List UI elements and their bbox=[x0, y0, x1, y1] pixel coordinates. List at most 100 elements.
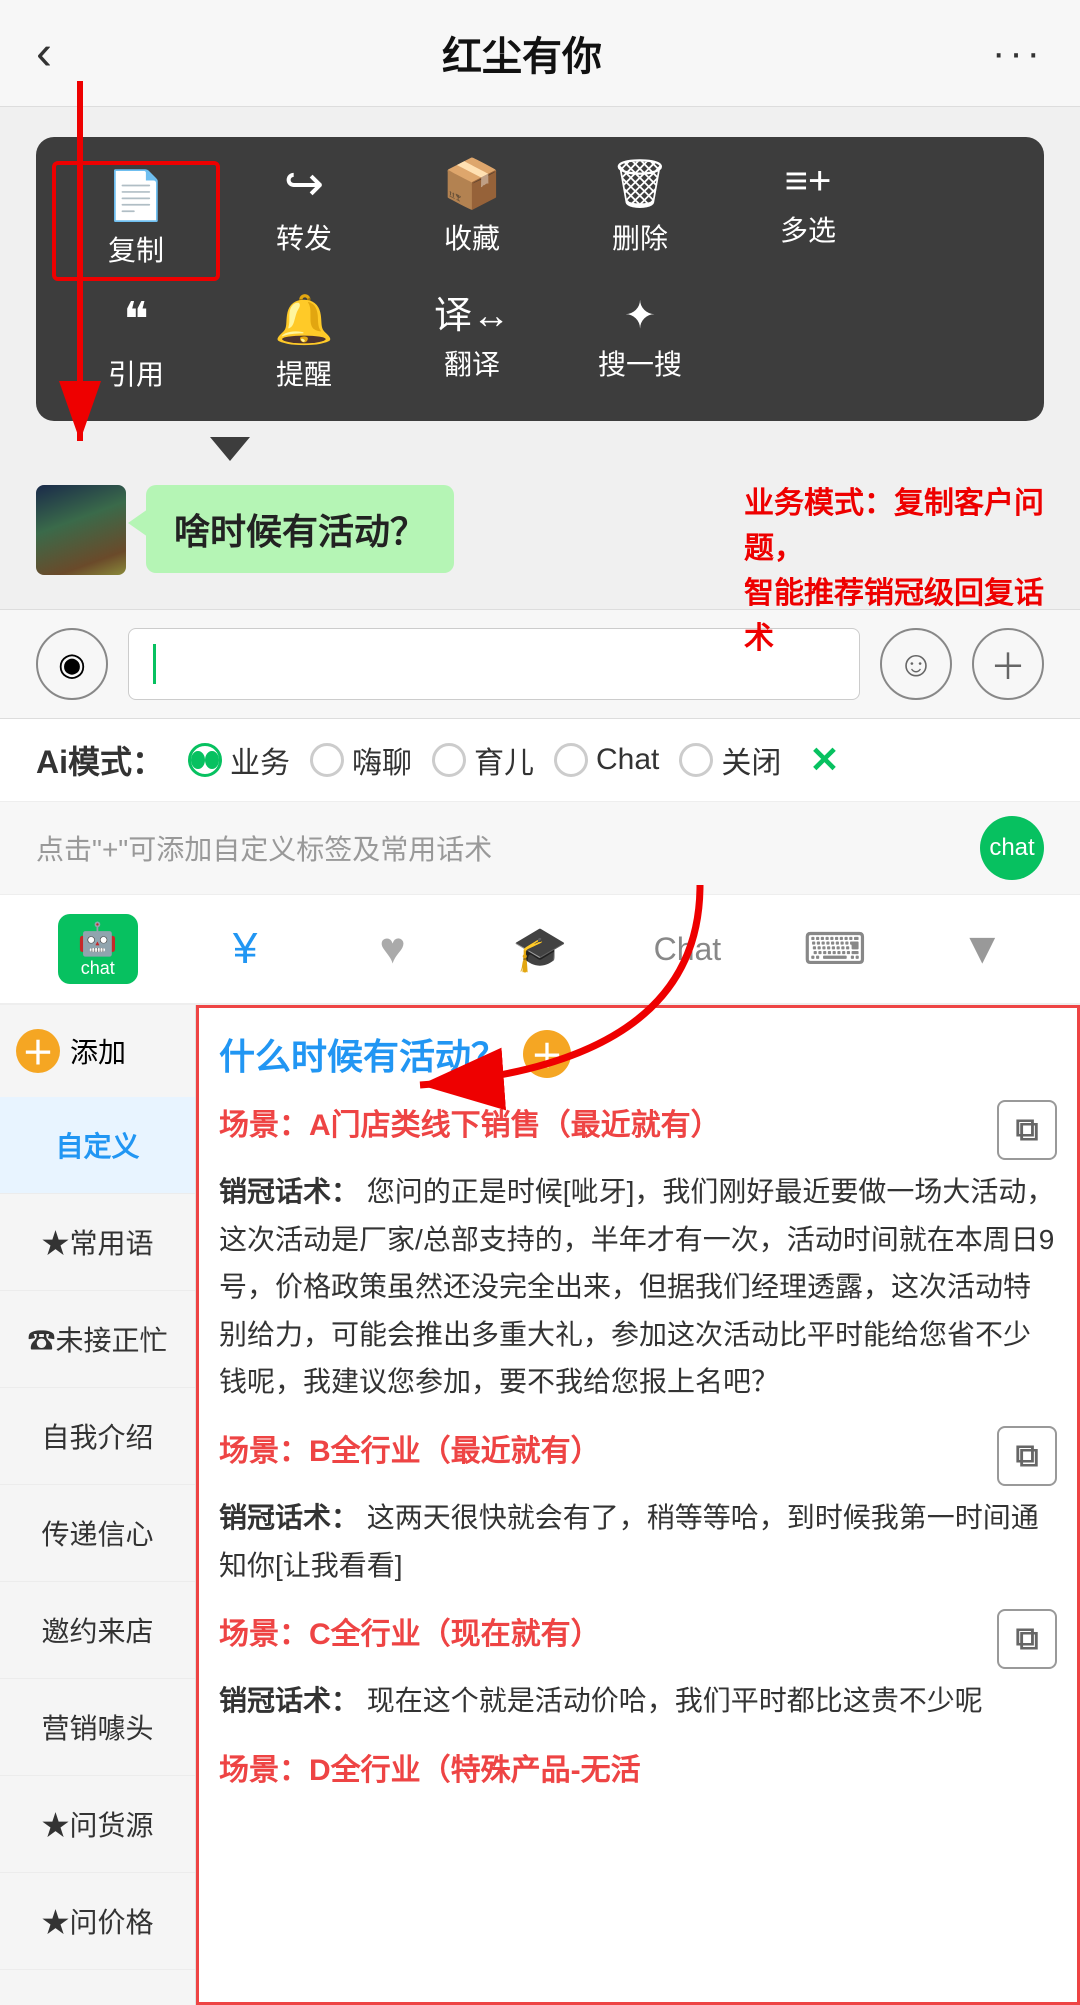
sales-label-a: 销冠话术： bbox=[219, 1176, 359, 1207]
dropdown-icon: ▼ bbox=[960, 924, 1004, 974]
heart-icon: ♥ bbox=[379, 924, 405, 974]
mode-off[interactable]: 关闭 bbox=[679, 738, 781, 782]
scene-block-b: 场景：B全行业（最近就有） ⧉ 销冠话术： 这两天很快就会有了，稍等等哈，到时候… bbox=[219, 1426, 1057, 1589]
menu-arrow bbox=[210, 437, 250, 461]
scene-title-d: 场景：D全行业（特殊产品-无活 bbox=[219, 1745, 1057, 1789]
sidebar-item-source[interactable]: ★问货源 bbox=[0, 1776, 195, 1873]
mode-off-label: 关闭 bbox=[721, 738, 781, 782]
copy-label: 复制 bbox=[108, 229, 164, 269]
copy-scene-a-button[interactable]: ⧉ bbox=[997, 1100, 1057, 1160]
toolbar: 🤖 chat ¥ ♥ 🎓 Chat ⌨ ▼ bbox=[0, 895, 1080, 1005]
voice-button[interactable]: ◉ bbox=[36, 628, 108, 700]
toolbar-grad[interactable]: 🎓 bbox=[466, 909, 613, 989]
sales-label-b: 销冠话术： bbox=[219, 1502, 359, 1533]
mode-chat2-label: Chat bbox=[596, 743, 659, 777]
sales-text-c: 现在这个就是活动价哈，我们平时都比这贵不少呢 bbox=[367, 1685, 983, 1716]
sidebar-item-custom[interactable]: 自定义 bbox=[0, 1097, 195, 1194]
context-menu-search[interactable]: ✦ 搜一搜 bbox=[556, 297, 724, 393]
context-menu-forward[interactable]: ↪ 转发 bbox=[220, 161, 388, 281]
copy-scene-b-button[interactable]: ⧉ bbox=[997, 1426, 1057, 1486]
sidebar-item-intro[interactable]: 自我介绍 bbox=[0, 1388, 195, 1485]
chat-badge-icon: chat bbox=[989, 834, 1034, 862]
hint-text: 点击"+"可添加自定义标签及常用话术 bbox=[36, 828, 492, 868]
add-icon: ＋ bbox=[16, 1029, 60, 1073]
question-header: 什么时候有活动？ ＋ bbox=[219, 1028, 1057, 1080]
toolbar-chat-robot[interactable]: 🤖 chat bbox=[24, 909, 171, 989]
quote-icon: ❝ bbox=[123, 297, 149, 345]
remind-icon: 🔔 bbox=[274, 297, 334, 345]
toolbar-keyboard[interactable]: ⌨ bbox=[761, 909, 908, 989]
header: ‹ 红尘有你 ··· bbox=[0, 0, 1080, 107]
sidebar-add-button[interactable]: ＋ 添加 bbox=[0, 1005, 195, 1097]
keyboard-icon: ⌨ bbox=[803, 924, 867, 975]
copy-scene-c-button[interactable]: ⧉ bbox=[997, 1609, 1057, 1669]
context-menu-quote[interactable]: ❝ 引用 bbox=[52, 297, 220, 393]
forward-icon: ↪ bbox=[284, 161, 324, 209]
hint-bar: 点击"+"可添加自定义标签及常用话术 chat bbox=[0, 802, 1080, 895]
context-menu-translate[interactable]: 译↔ 翻译 bbox=[388, 297, 556, 393]
radio-business[interactable] bbox=[188, 743, 222, 777]
copy-scene-b-icon: ⧉ bbox=[1016, 1437, 1039, 1475]
context-menu-row2: ❝ 引用 🔔 提醒 译↔ 翻译 ✦ 搜一搜 bbox=[52, 297, 1028, 393]
toolbar-chat-text[interactable]: Chat bbox=[614, 909, 761, 989]
toolbar-heart[interactable]: ♥ bbox=[319, 909, 466, 989]
question-title: 什么时候有活动？ bbox=[219, 1028, 507, 1080]
sidebar-item-common[interactable]: ★常用语 bbox=[0, 1194, 195, 1291]
add-label: 添加 bbox=[70, 1031, 126, 1071]
sidebar-item-confidence[interactable]: 传递信心 bbox=[0, 1485, 195, 1582]
grad-icon: 🎓 bbox=[513, 923, 568, 975]
sidebar-item-missed[interactable]: ☎未接正忙 bbox=[0, 1291, 195, 1388]
cursor bbox=[153, 644, 156, 684]
back-button[interactable]: ‹ bbox=[36, 26, 52, 81]
context-menu-delete[interactable]: 🗑 删除 bbox=[556, 161, 724, 281]
scene-block-d: 场景：D全行业（特殊产品-无活 bbox=[219, 1745, 1057, 1789]
chat-badge[interactable]: chat bbox=[980, 816, 1044, 880]
avatar bbox=[36, 485, 126, 575]
radio-child[interactable] bbox=[432, 743, 466, 777]
forward-label: 转发 bbox=[276, 217, 332, 257]
collect-icon: 📦 bbox=[442, 161, 502, 209]
voice-icon: ◉ bbox=[58, 645, 86, 683]
add-question-button[interactable]: ＋ bbox=[523, 1030, 571, 1078]
context-menu-remind[interactable]: 🔔 提醒 bbox=[220, 297, 388, 393]
sidebar-item-invite[interactable]: 邀约来店 bbox=[0, 1582, 195, 1679]
delete-icon: 🗑 bbox=[610, 161, 671, 209]
sales-label-c: 销冠话术： bbox=[219, 1685, 359, 1716]
mode-haichat-label: 嗨聊 bbox=[352, 738, 412, 782]
money-icon: ¥ bbox=[233, 924, 257, 974]
radio-off[interactable] bbox=[679, 743, 713, 777]
toolbar-dropdown[interactable]: ▼ bbox=[909, 909, 1056, 989]
mode-child-label: 育儿 bbox=[474, 738, 534, 782]
chat-bubble: 啥时候有活动？ bbox=[146, 485, 454, 573]
chat-text-icon: Chat bbox=[654, 931, 722, 968]
scene-content-a: 销冠话术： 您问的正是时候[呲牙]，我们刚好最近要做一场大活动，这次活动是厂家/… bbox=[219, 1168, 1057, 1406]
toolbar-money[interactable]: ¥ bbox=[171, 909, 318, 989]
quote-label: 引用 bbox=[108, 353, 164, 393]
copy-scene-c-icon: ⧉ bbox=[1016, 1620, 1039, 1658]
context-menu-multiselect[interactable]: ≡+ 多选 bbox=[724, 161, 892, 281]
mode-chat[interactable]: 嗨聊 bbox=[310, 738, 412, 782]
context-menu: 📄 复制 ↪ 转发 📦 收藏 🗑 删除 ≡+ 多选 ❝ 引 bbox=[36, 137, 1044, 421]
annotation-text: 业务模式：复制客户问题，智能推荐销冠级回复话术 bbox=[744, 481, 1044, 661]
more-button[interactable]: ··· bbox=[992, 31, 1044, 76]
sidebar-item-marketing[interactable]: 营销噱头 bbox=[0, 1679, 195, 1776]
radio-haichat[interactable] bbox=[310, 743, 344, 777]
scene-title-a: 场景：A门店类线下销售（最近就有） ⧉ bbox=[219, 1100, 1057, 1160]
mode-child[interactable]: 育儿 bbox=[432, 738, 534, 782]
context-menu-copy[interactable]: 📄 复制 bbox=[52, 161, 220, 281]
sidebar: ＋ 添加 自定义 ★常用语 ☎未接正忙 自我介绍 传递信心 邀约来店 营销噱头 … bbox=[0, 1005, 196, 2005]
radio-chat2[interactable] bbox=[554, 743, 588, 777]
scene-content-c: 销冠话术： 现在这个就是活动价哈，我们平时都比这贵不少呢 bbox=[219, 1677, 1057, 1725]
context-menu-collect[interactable]: 📦 收藏 bbox=[388, 161, 556, 281]
mode-business[interactable]: 业务 bbox=[188, 738, 290, 782]
chat-toolbar-label: chat bbox=[81, 958, 115, 979]
close-ai-button[interactable]: ✕ bbox=[809, 739, 839, 781]
copy-scene-a-icon: ⧉ bbox=[1016, 1111, 1039, 1149]
translate-label: 翻译 bbox=[444, 343, 500, 383]
multiselect-icon: ≡+ bbox=[785, 161, 832, 201]
chat-area: 啥时候有活动？ 业务模式：复制客户问题，智能推荐销冠级回复话术 bbox=[0, 461, 1080, 599]
sidebar-item-price[interactable]: ★问价格 bbox=[0, 1873, 195, 1970]
mode-chat2[interactable]: Chat bbox=[554, 743, 659, 777]
mode-business-label: 业务 bbox=[230, 738, 290, 782]
page-title: 红尘有你 bbox=[442, 24, 602, 82]
